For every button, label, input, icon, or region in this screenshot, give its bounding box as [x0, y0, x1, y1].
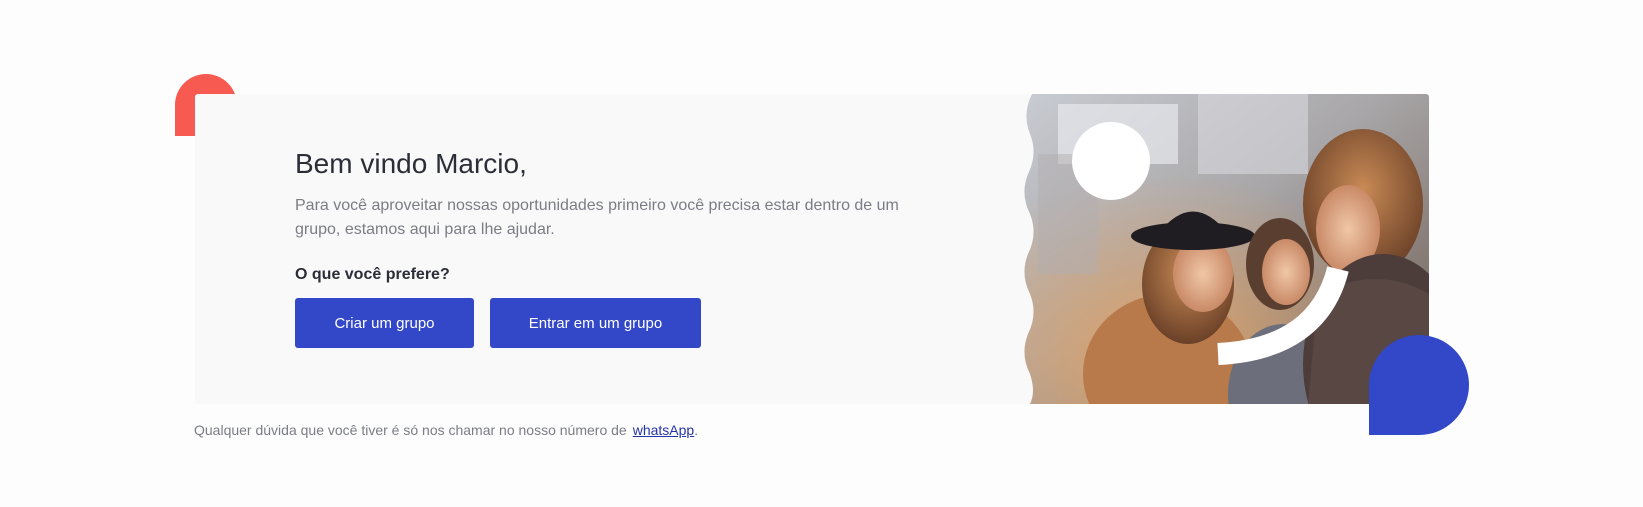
welcome-screen: Bem vindo Marcio, Para você aproveitar n…: [0, 0, 1643, 507]
welcome-content: Bem vindo Marcio, Para você aproveitar n…: [295, 146, 915, 348]
group-photo: [1018, 94, 1429, 404]
create-group-button[interactable]: Criar um grupo: [295, 298, 474, 348]
action-buttons: Criar um grupo Entrar em um grupo: [295, 298, 915, 348]
welcome-description: Para você aproveitar nossas oportunidade…: [295, 197, 899, 238]
join-group-button[interactable]: Entrar em um grupo: [490, 298, 701, 348]
welcome-title: Bem vindo Marcio,: [295, 148, 527, 179]
whatsapp-link[interactable]: whatsApp: [633, 422, 694, 438]
decorative-blue-drop: [1369, 335, 1469, 435]
group-photo-illustration: [1018, 94, 1429, 404]
footer-suffix: .: [694, 422, 699, 438]
preference-question: O que você prefere?: [295, 266, 450, 283]
footer-text: Qualquer dúvida que você tiver é só nos …: [194, 422, 627, 438]
footer-note: Qualquer dúvida que você tiver é só nos …: [194, 420, 698, 440]
